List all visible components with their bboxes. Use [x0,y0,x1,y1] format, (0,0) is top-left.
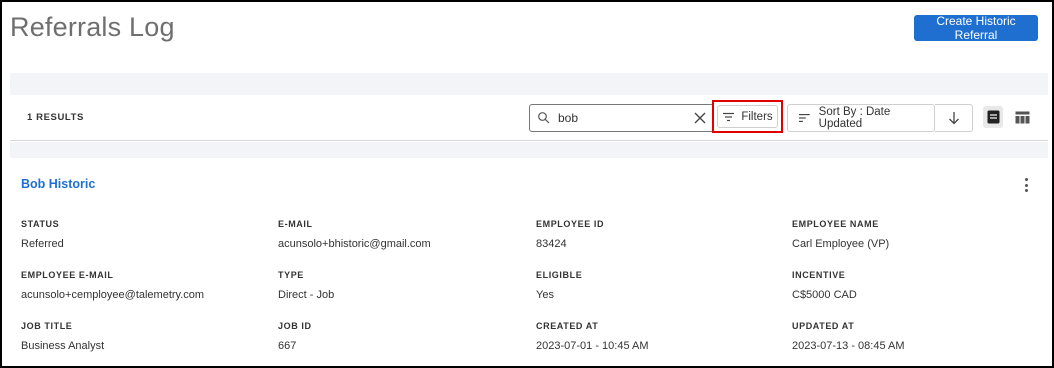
field-employee-id: EMPLOYEE ID 83424 [536,219,604,250]
page-title: Referrals Log [10,12,175,42]
field-label: ELIGIBLE [536,270,583,280]
field-value: 667 [278,340,297,352]
filter-icon [723,112,735,121]
create-historic-referral-button[interactable]: Create Historic Referral [914,14,1038,42]
referral-name-link[interactable]: Bob Historic [21,177,95,191]
field-label: INCENTIVE [792,270,846,280]
field-value: Direct - Job [278,289,335,301]
results-count: 1 RESULTS [27,112,84,123]
field-value: Business Analyst [21,340,105,352]
filters-highlight: Filters [712,100,783,133]
field-label: STATUS [21,219,60,229]
filters-label: Filters [741,110,773,123]
field-value: acunsolo+bhistoric@gmail.com [278,238,431,250]
field-email: E-MAIL acunsolo+bhistoric@gmail.com [278,219,431,250]
sort-by-dropdown[interactable]: Sort By : Date Updated [787,104,935,132]
field-value: acunsolo+cemployee@talemetry.com [21,289,205,301]
field-label: JOB ID [278,321,312,331]
field-status: STATUS Referred [21,219,64,250]
field-value: 2023-07-13 - 08:45 AM [792,340,905,352]
arrow-down-icon [948,112,959,125]
field-employee-email: EMPLOYEE E-MAIL acunsolo+cemployee@talem… [21,270,204,301]
sort-lines-icon [798,114,810,122]
sort-label: Sort By : Date Updated [818,106,891,130]
field-label: EMPLOYEE NAME [792,219,879,229]
filters-button[interactable]: Filters [717,105,778,128]
results-toolbar: 1 RESULTS Filters [10,95,1048,141]
field-incentive: INCENTIVE C$5000 CAD [792,270,857,301]
field-employee-name: EMPLOYEE NAME Carl Employee (VP) [792,219,889,250]
more-vert-icon[interactable] [1021,177,1031,193]
search-input[interactable] [558,110,688,126]
search-icon [538,112,550,124]
field-job-title: JOB TITLE Business Analyst [21,321,104,352]
sort-direction-button[interactable] [935,104,973,132]
app-frame: Referrals Log Create Historic Referral 1… [0,0,1054,368]
field-value: Referred [21,238,64,250]
clear-icon[interactable] [693,111,707,125]
field-type: TYPE Direct - Job [278,270,334,301]
table-view-icon [1015,111,1029,123]
field-label: UPDATED AT [792,321,855,331]
field-created-at: CREATED AT 2023-07-01 - 10:45 AM [536,321,649,352]
field-value: Carl Employee (VP) [792,238,890,250]
field-value: Yes [536,289,554,301]
field-updated-at: UPDATED AT 2023-07-13 - 08:45 AM [792,321,905,352]
search-box[interactable] [529,104,714,132]
field-value: 2023-07-01 - 10:45 AM [536,340,649,352]
table-view-toggle[interactable] [1011,106,1033,128]
list-spacer [10,142,1048,158]
header-spacer [10,73,1048,95]
field-label: TYPE [278,270,304,280]
field-eligible: ELIGIBLE Yes [536,270,582,301]
field-value: C$5000 CAD [792,289,857,301]
field-job-id: JOB ID 667 [278,321,312,352]
list-view-icon [987,110,999,124]
field-label: CREATED AT [536,321,599,331]
referral-card: Bob Historic STATUS Referred E-MAIL acun… [10,158,1048,363]
field-value: 83424 [536,238,567,250]
field-label: EMPLOYEE ID [536,219,605,229]
field-label: EMPLOYEE E-MAIL [21,270,114,280]
field-label: JOB TITLE [21,321,73,331]
field-label: E-MAIL [278,219,313,229]
list-view-toggle[interactable] [983,106,1003,128]
